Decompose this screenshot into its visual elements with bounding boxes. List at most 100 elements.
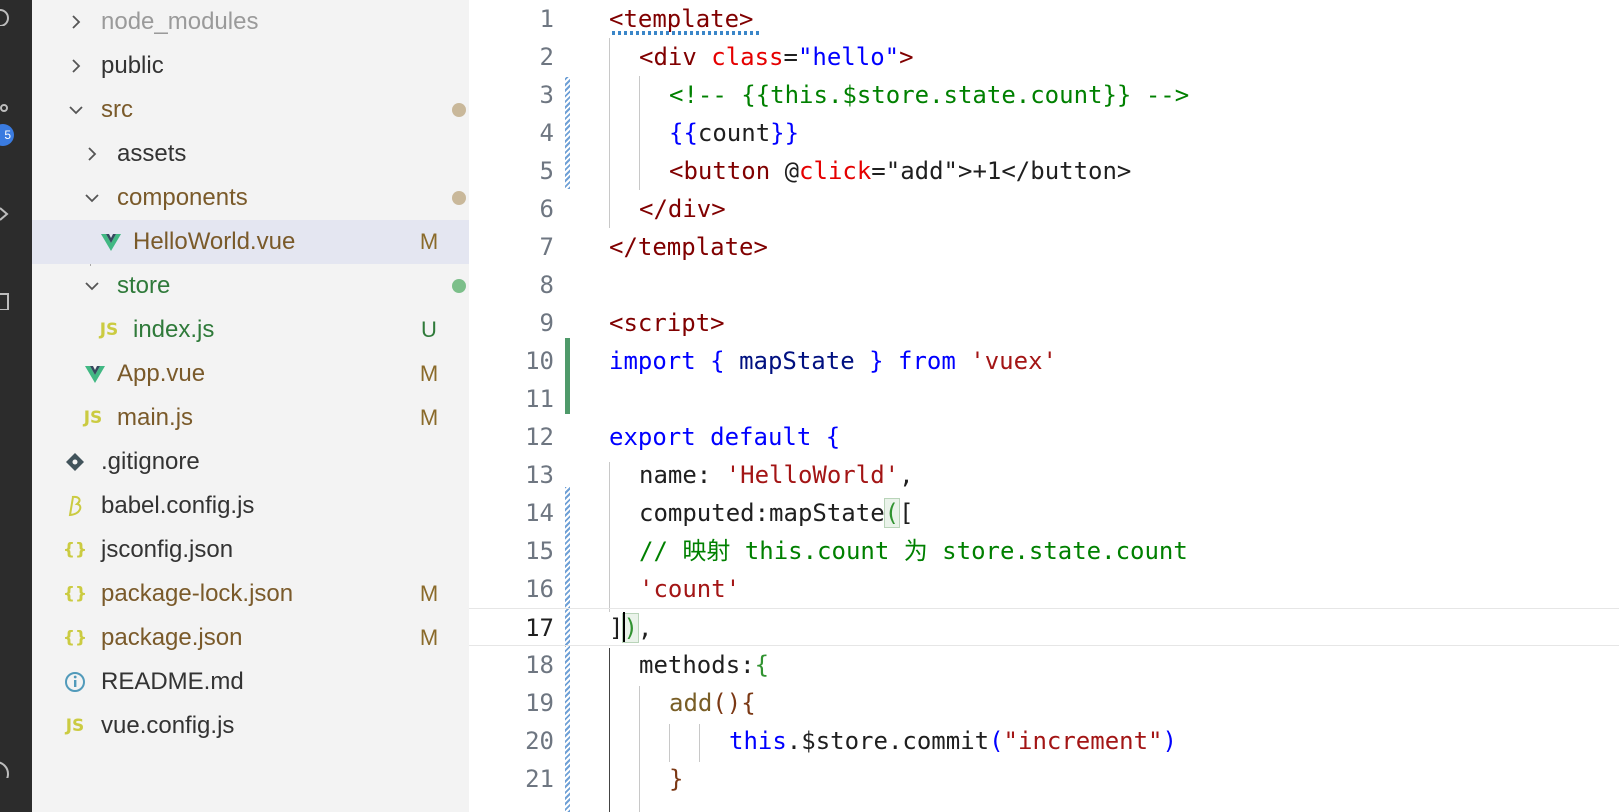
- modified-dot: [452, 103, 466, 117]
- run-debug-icon[interactable]: [0, 204, 10, 222]
- line-number: 13: [525, 461, 554, 489]
- code-line[interactable]: 11: [469, 380, 1619, 418]
- line-number: 21: [525, 765, 554, 793]
- info-icon: [62, 671, 88, 693]
- tree-item-helloworld-vue[interactable]: HelloWorld.vue M: [32, 220, 469, 264]
- code-line[interactable]: 7 </template>: [469, 228, 1619, 266]
- code-line[interactable]: 16 'count': [469, 570, 1619, 608]
- code-line[interactable]: 2 <div class="hello">: [469, 38, 1619, 76]
- tree-item-public[interactable]: public: [32, 44, 469, 88]
- code-line[interactable]: 19 add(){: [469, 684, 1619, 722]
- code-text: export default {: [609, 418, 840, 456]
- tree-item-label: README.md: [101, 668, 244, 695]
- tree-item-store[interactable]: store: [32, 264, 469, 308]
- code-line[interactable]: 13 name: 'HelloWorld',: [469, 456, 1619, 494]
- tree-item-gitignore[interactable]: .gitignore: [32, 440, 469, 484]
- code-line[interactable]: 14 computed:mapState([: [469, 494, 1619, 532]
- git-status: M: [419, 361, 439, 386]
- warning-squiggle[interactable]: [609, 31, 759, 35]
- activity-bar: 5: [0, 0, 32, 812]
- line-number: 8: [539, 271, 554, 299]
- json-file-icon: {}: [62, 584, 88, 604]
- code-line[interactable]: 21 }: [469, 760, 1619, 798]
- code-token: @: [784, 157, 800, 185]
- tree-item-label: vue.config.js: [101, 712, 235, 739]
- git-file-icon: [62, 451, 88, 473]
- code-text: </div>: [639, 195, 726, 223]
- account-icon[interactable]: [0, 760, 10, 778]
- code-text: // 映射 this.count 为 store.state.count: [639, 537, 1188, 565]
- code-editor[interactable]: 1 <template> 2 <div class="hello"> 3 <!-…: [469, 0, 1619, 812]
- code-token: (: [883, 498, 901, 528]
- code-text: ]),: [609, 609, 652, 647]
- code-line[interactable]: 15 // 映射 this.count 为 store.state.count: [469, 532, 1619, 570]
- code-line[interactable]: 12 export default {: [469, 418, 1619, 456]
- js-file-icon: JS: [83, 408, 103, 428]
- tree-item-readme[interactable]: README.md: [32, 660, 469, 704]
- tree-item-label: components: [117, 184, 248, 211]
- tree-item-package-json[interactable]: {} package.json M: [32, 616, 469, 660]
- code-line[interactable]: 5 <button @click="add">+1</button>: [469, 152, 1619, 190]
- tree-item-index-js[interactable]: JS index.js U: [32, 308, 469, 352]
- code-token: mapState: [739, 347, 855, 375]
- code-token: default: [710, 423, 812, 451]
- code-token: add: [669, 689, 713, 717]
- line-number: 12: [525, 423, 554, 451]
- code-token: "increment": [1003, 727, 1163, 755]
- chevron-down-icon: [84, 190, 100, 206]
- tree-item-components[interactable]: components: [32, 176, 469, 220]
- tree-item-label: App.vue: [117, 360, 206, 387]
- tree-item-assets[interactable]: assets: [32, 132, 469, 176]
- tree-item-label: src: [101, 96, 133, 123]
- code-line[interactable]: 3 <!-- {{this.$store.state.count}} -->: [469, 76, 1619, 114]
- babel-file-icon: [62, 495, 88, 517]
- code-token: }}: [770, 119, 800, 147]
- js-file-icon: JS: [99, 320, 119, 340]
- extensions-icon[interactable]: [0, 292, 10, 310]
- code-token: ,: [899, 461, 914, 489]
- code-line[interactable]: 9 <script>: [469, 304, 1619, 342]
- tree-item-main-js[interactable]: JS main.js M: [32, 396, 469, 440]
- line-number: 4: [539, 119, 554, 147]
- code-line[interactable]: 10 import { mapState } from 'vuex': [469, 342, 1619, 380]
- git-status: M: [419, 581, 439, 606]
- chevron-down-icon: [84, 278, 100, 294]
- code-line[interactable]: 8: [469, 266, 1619, 304]
- tree-item-src[interactable]: src: [32, 88, 469, 132]
- code-line-current[interactable]: 17 ]),: [469, 608, 1619, 646]
- tree-item-vue-config[interactable]: JS vue.config.js: [32, 704, 469, 748]
- tree-item-label: babel.config.js: [101, 492, 255, 519]
- code-line[interactable]: 20 this.$store.commit("increment"): [469, 722, 1619, 760]
- code-text: import { mapState } from 'vuex': [609, 342, 1057, 380]
- chevron-right-icon: [68, 58, 84, 74]
- code-token: 'vuex': [970, 347, 1057, 375]
- code-token: from: [898, 347, 956, 375]
- code-line[interactable]: 18 methods:{: [469, 646, 1619, 684]
- code-token: <div: [639, 43, 712, 71]
- code-text: add(){: [669, 684, 756, 722]
- code-text: 'count': [639, 575, 741, 603]
- code-token: "hello": [797, 43, 900, 71]
- code-line[interactable]: 6 </div>: [469, 190, 1619, 228]
- source-control-badge: 5: [0, 124, 14, 146]
- tree-item-app-vue[interactable]: App.vue M: [32, 352, 469, 396]
- code-token: click: [799, 157, 872, 185]
- code-token: ): [1162, 727, 1177, 755]
- tree-item-node-modules[interactable]: node_modules: [32, 0, 469, 44]
- line-number: 11: [525, 385, 554, 413]
- code-token: >: [899, 43, 914, 71]
- json-file-icon: {}: [62, 628, 88, 648]
- code-token: import: [609, 347, 696, 375]
- tree-item-jsconfig[interactable]: {} jsconfig.json: [32, 528, 469, 572]
- tree-item-package-lock[interactable]: {} package-lock.json M: [32, 572, 469, 616]
- search-icon[interactable]: [0, 8, 10, 26]
- code-line[interactable]: 4 {{count}}: [469, 114, 1619, 152]
- tree-item-babel-config[interactable]: babel.config.js: [32, 484, 469, 528]
- git-status: M: [419, 229, 439, 254]
- line-number: 7: [539, 233, 554, 261]
- line-number: 1: [539, 5, 554, 33]
- code-text: }: [669, 765, 684, 793]
- source-control-icon[interactable]: [0, 102, 10, 120]
